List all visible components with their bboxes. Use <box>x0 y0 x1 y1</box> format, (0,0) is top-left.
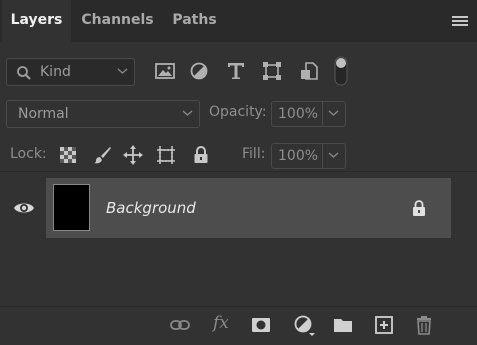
tab-paths[interactable]: Paths <box>164 0 225 42</box>
layer-list-empty-area <box>0 238 477 306</box>
adjustment-filter-icon[interactable] <box>188 60 210 82</box>
group-folder-icon[interactable] <box>332 314 354 336</box>
opacity-label: Opacity: <box>209 104 267 120</box>
smart-object-filter-icon[interactable] <box>298 60 320 82</box>
fill-value: 100% <box>278 148 319 164</box>
filter-toggle-icon[interactable] <box>330 55 352 87</box>
filter-kind-select[interactable]: Kind <box>6 58 135 86</box>
layer-thumbnail[interactable] <box>53 184 90 231</box>
filter-kind-label: Kind <box>40 64 71 80</box>
lock-transparent-pixels-icon[interactable] <box>58 145 78 165</box>
layer-lock-icon <box>413 200 425 216</box>
search-icon <box>17 66 31 80</box>
blend-mode-select[interactable]: Normal <box>6 100 200 128</box>
image-filter-icon[interactable] <box>154 60 176 82</box>
blend-mode-label: Normal <box>18 106 69 122</box>
fill-dropdown-button[interactable] <box>322 144 345 168</box>
tab-bar: Layers Channels Paths <box>0 0 477 42</box>
visibility-eye-icon[interactable] <box>13 199 35 217</box>
opacity-field[interactable]: 100% <box>271 101 346 127</box>
lock-image-pixels-icon[interactable] <box>92 145 112 165</box>
chevron-down-icon <box>328 110 339 116</box>
shape-filter-icon[interactable] <box>261 60 283 82</box>
lock-label: Lock: <box>10 146 47 162</box>
type-filter-icon[interactable] <box>225 60 247 82</box>
lock-artboard-icon[interactable] <box>156 145 176 165</box>
fill-field[interactable]: 100% <box>271 143 346 169</box>
layers-panel: Layers Channels Paths Kind Normal Opacit… <box>0 0 477 345</box>
layer-mask-icon[interactable] <box>250 314 272 336</box>
lock-all-icon[interactable] <box>191 145 211 165</box>
chevron-down-icon <box>328 152 339 158</box>
chevron-down-icon <box>182 110 193 116</box>
link-layers-icon[interactable] <box>169 314 191 336</box>
delete-layer-icon[interactable] <box>413 314 435 336</box>
bottom-toolbar <box>0 306 477 345</box>
tab-channels[interactable]: Channels <box>73 0 162 42</box>
adjustment-layer-icon[interactable] <box>293 314 315 336</box>
opacity-value: 100% <box>278 106 319 122</box>
panel-menu-icon[interactable] <box>452 16 468 28</box>
opacity-dropdown-button[interactable] <box>322 102 345 126</box>
chevron-down-icon <box>117 68 128 74</box>
new-layer-icon[interactable] <box>373 314 395 336</box>
divider <box>0 171 477 172</box>
lock-position-icon[interactable] <box>123 145 143 165</box>
tab-layers[interactable]: Layers <box>2 0 71 42</box>
fill-label: Fill: <box>242 146 266 162</box>
layer-name[interactable]: Background <box>106 199 196 217</box>
layer-style-icon[interactable]: fx <box>213 313 229 333</box>
